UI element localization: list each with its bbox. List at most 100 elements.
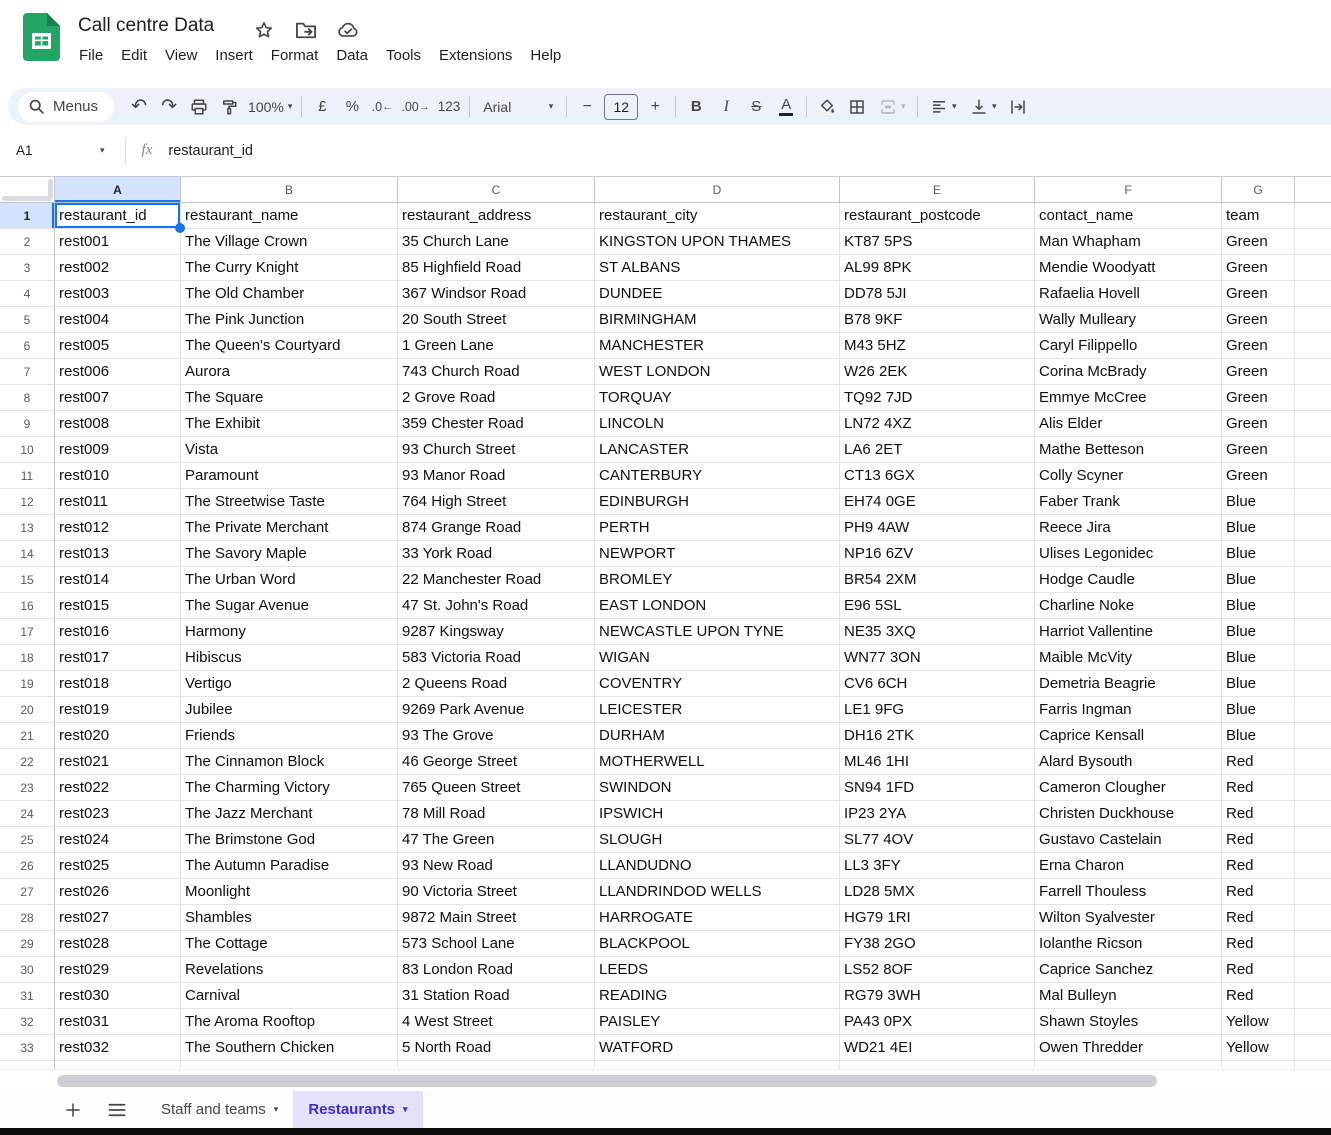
column-header-G[interactable]: G — [1222, 177, 1295, 203]
cell-C18[interactable]: 583 Victoria Road — [398, 645, 595, 671]
cell-A29[interactable]: rest028 — [55, 931, 181, 957]
cell-F14[interactable]: Ulises Legonidec — [1035, 541, 1222, 567]
cell-G34[interactable] — [1222, 1061, 1295, 1069]
cell-G6[interactable]: Green — [1222, 333, 1295, 359]
cell-D33[interactable]: WATFORD — [595, 1035, 840, 1061]
cell-F16[interactable]: Charline Noke — [1035, 593, 1222, 619]
fill-handle[interactable] — [175, 223, 185, 233]
cell-C16[interactable]: 47 St. John's Road — [398, 593, 595, 619]
cell-B7[interactable]: Aurora — [181, 359, 398, 385]
cell-E8[interactable]: TQ92 7JD — [840, 385, 1035, 411]
cell-C22[interactable]: 46 George Street — [398, 749, 595, 775]
row-header-21[interactable]: 21 — [0, 723, 55, 749]
cell-G25[interactable]: Red — [1222, 827, 1295, 853]
cell-B21[interactable]: Friends — [181, 723, 398, 749]
cell-C23[interactable]: 765 Queen Street — [398, 775, 595, 801]
cell-C8[interactable]: 2 Grove Road — [398, 385, 595, 411]
google-sheets-logo-icon[interactable] — [23, 13, 60, 61]
cell-A10[interactable]: rest009 — [55, 437, 181, 463]
cell-D3[interactable]: ST ALBANS — [595, 255, 840, 281]
cell-A12[interactable]: rest011 — [55, 489, 181, 515]
cell-G2[interactable]: Green — [1222, 229, 1295, 255]
cell-D8[interactable]: TORQUAY — [595, 385, 840, 411]
row-header-4[interactable]: 4 — [0, 281, 55, 307]
cell-F21[interactable]: Caprice Kensall — [1035, 723, 1222, 749]
cell-E2[interactable]: KT87 5PS — [840, 229, 1035, 255]
number-format-button[interactable]: 123 — [434, 93, 465, 121]
cell-B24[interactable]: The Jazz Merchant — [181, 801, 398, 827]
cell-C12[interactable]: 764 High Street — [398, 489, 595, 515]
cell-D10[interactable]: LANCASTER — [595, 437, 840, 463]
cell-A32[interactable]: rest031 — [55, 1009, 181, 1035]
cell-B2[interactable]: The Village Crown — [181, 229, 398, 255]
cell-D23[interactable]: SWINDON — [595, 775, 840, 801]
row-header-31[interactable]: 31 — [0, 983, 55, 1009]
cell-F2[interactable]: Man Whapham — [1035, 229, 1222, 255]
row-header-5[interactable]: 5 — [0, 307, 55, 333]
row-header-11[interactable]: 11 — [0, 463, 55, 489]
cell-G16[interactable]: Blue — [1222, 593, 1295, 619]
cell-C19[interactable]: 2 Queens Road — [398, 671, 595, 697]
cell-A8[interactable]: rest007 — [55, 385, 181, 411]
row-header-27[interactable]: 27 — [0, 879, 55, 905]
cell-A2[interactable]: rest001 — [55, 229, 181, 255]
row-header-28[interactable]: 28 — [0, 905, 55, 931]
menu-extensions[interactable]: Extensions — [430, 43, 521, 68]
redo-button[interactable]: ↷ — [154, 93, 184, 121]
fill-color-button[interactable] — [812, 93, 842, 121]
cell-E34[interactable] — [840, 1061, 1035, 1069]
cell-B19[interactable]: Vertigo — [181, 671, 398, 697]
column-header-F[interactable]: F — [1035, 177, 1222, 203]
row-header-30[interactable]: 30 — [0, 957, 55, 983]
row-header-12[interactable]: 12 — [0, 489, 55, 515]
row-header-19[interactable]: 19 — [0, 671, 55, 697]
add-sheet-button[interactable] — [58, 1095, 88, 1125]
cell-G24[interactable]: Red — [1222, 801, 1295, 827]
cell-D34[interactable] — [595, 1061, 840, 1069]
cell-B16[interactable]: The Sugar Avenue — [181, 593, 398, 619]
cell-E16[interactable]: E96 5SL — [840, 593, 1035, 619]
menu-file[interactable]: File — [70, 43, 112, 68]
sheet-tab-restaurants[interactable]: Restaurants▾ — [293, 1091, 422, 1128]
text-color-button[interactable]: A — [771, 93, 801, 121]
cell-F27[interactable]: Farrell Thouless — [1035, 879, 1222, 905]
cell-E22[interactable]: ML46 1HI — [840, 749, 1035, 775]
cell-F3[interactable]: Mendie Woodyatt — [1035, 255, 1222, 281]
cell-C33[interactable]: 5 North Road — [398, 1035, 595, 1061]
cell-F34[interactable] — [1035, 1061, 1222, 1069]
row-header-32[interactable]: 32 — [0, 1009, 55, 1035]
undo-button[interactable]: ↶ — [124, 93, 154, 121]
cell-E20[interactable]: LE1 9FG — [840, 697, 1035, 723]
cell-G31[interactable]: Red — [1222, 983, 1295, 1009]
row-header-18[interactable]: 18 — [0, 645, 55, 671]
cell-A30[interactable]: rest029 — [55, 957, 181, 983]
cell-E15[interactable]: BR54 2XM — [840, 567, 1035, 593]
cell-B25[interactable]: The Brimstone God — [181, 827, 398, 853]
cell-G22[interactable]: Red — [1222, 749, 1295, 775]
cell-B18[interactable]: Hibiscus — [181, 645, 398, 671]
horizontal-scrollbar-thumb[interactable] — [57, 1075, 1157, 1087]
cell-A17[interactable]: rest016 — [55, 619, 181, 645]
menu-view[interactable]: View — [156, 43, 206, 68]
cell-B31[interactable]: Carnival — [181, 983, 398, 1009]
cell-E33[interactable]: WD21 4EI — [840, 1035, 1035, 1061]
cell-B4[interactable]: The Old Chamber — [181, 281, 398, 307]
row-header-6[interactable]: 6 — [0, 333, 55, 359]
cell-F12[interactable]: Faber Trank — [1035, 489, 1222, 515]
cell-D29[interactable]: BLACKPOOL — [595, 931, 840, 957]
cell-B1[interactable]: restaurant_name — [181, 203, 398, 229]
cell-E21[interactable]: DH16 2TK — [840, 723, 1035, 749]
cell-F13[interactable]: Reece Jira — [1035, 515, 1222, 541]
cell-E9[interactable]: LN72 4XZ — [840, 411, 1035, 437]
format-currency-button[interactable]: £ — [307, 93, 337, 121]
cell-E6[interactable]: M43 5HZ — [840, 333, 1035, 359]
menu-edit[interactable]: Edit — [112, 43, 156, 68]
menu-data[interactable]: Data — [327, 43, 377, 68]
cell-D6[interactable]: MANCHESTER — [595, 333, 840, 359]
cell-A4[interactable]: rest003 — [55, 281, 181, 307]
cell-B20[interactable]: Jubilee — [181, 697, 398, 723]
cell-E30[interactable]: LS52 8OF — [840, 957, 1035, 983]
cell-E19[interactable]: CV6 6CH — [840, 671, 1035, 697]
cell-A22[interactable]: rest021 — [55, 749, 181, 775]
cell-A24[interactable]: rest023 — [55, 801, 181, 827]
